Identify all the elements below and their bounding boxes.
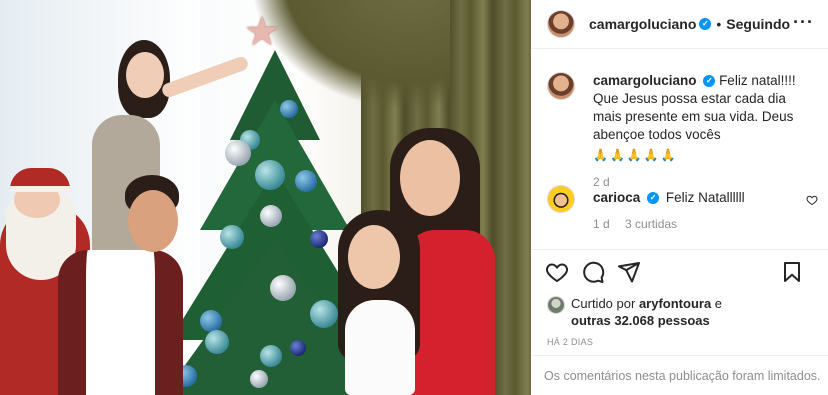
separator-dot: • xyxy=(716,16,722,32)
post-header: camargoluciano ✓ • Seguindo ··· xyxy=(531,0,828,49)
ornament xyxy=(280,100,298,118)
caption-username[interactable]: camargoluciano xyxy=(593,73,697,88)
author-username[interactable]: camargoluciano xyxy=(589,16,696,32)
verified-badge-icon: ✓ xyxy=(647,192,660,205)
ornament xyxy=(225,140,251,166)
post-photo[interactable]: ★ xyxy=(0,0,531,395)
post-actions xyxy=(531,249,828,293)
comment-like-heart-icon[interactable] xyxy=(806,194,818,209)
comment-likes[interactable]: 3 curtidas xyxy=(625,217,677,231)
ornament xyxy=(250,370,268,388)
caption: camargoluciano ✓ Feliz natal!!!! Que Jes… xyxy=(547,72,817,191)
ornament xyxy=(200,310,222,332)
liked-by-others[interactable]: outras 32.068 pessoas xyxy=(571,313,710,328)
liked-by-user[interactable]: aryfontoura xyxy=(639,296,711,311)
ornament xyxy=(295,170,317,192)
liker-avatar[interactable] xyxy=(547,296,565,314)
comment-bubble-icon[interactable] xyxy=(581,260,605,284)
ornament xyxy=(310,300,338,328)
ornament xyxy=(205,330,229,354)
ornament xyxy=(260,345,282,367)
post-side-panel: camargoluciano ✓ • Seguindo ··· camargol… xyxy=(531,0,828,395)
comment-text: Feliz Natallllll xyxy=(665,190,745,205)
commenter-avatar[interactable] xyxy=(547,185,575,213)
ornament xyxy=(290,340,306,356)
more-options-icon[interactable]: ··· xyxy=(793,12,814,33)
like-heart-icon[interactable] xyxy=(545,260,569,284)
comment-age[interactable]: 1 d xyxy=(593,217,610,231)
ornament xyxy=(260,205,282,227)
following-button[interactable]: Seguindo xyxy=(726,16,790,32)
comment-item: carioca ✓ Feliz Natallllll 1 d 3 curtida… xyxy=(547,185,817,233)
save-bookmark-icon[interactable] xyxy=(780,260,804,284)
ornament xyxy=(270,275,296,301)
tree-star: ★ xyxy=(244,10,280,54)
ornament xyxy=(310,230,328,248)
author-avatar[interactable] xyxy=(547,10,575,38)
post-timestamp[interactable]: HÁ 2 DIAS xyxy=(547,337,593,347)
ornament xyxy=(255,160,285,190)
ornament xyxy=(220,225,244,249)
verified-badge-icon: ✓ xyxy=(703,75,716,88)
liked-by-prefix: Curtido por xyxy=(571,296,636,311)
comments-limited-notice: Os comentários nesta publicação foram li… xyxy=(531,355,828,395)
share-send-icon[interactable] xyxy=(617,260,641,284)
caption-emojis: 🙏🙏🙏🙏🙏 xyxy=(593,148,678,162)
commenter-username[interactable]: carioca xyxy=(593,190,640,205)
likes-summary: Curtido por aryfontoura e outras 32.068 … xyxy=(547,295,817,329)
liked-by-conjunction: e xyxy=(714,296,723,311)
caption-author-avatar[interactable] xyxy=(547,72,575,100)
verified-badge-icon: ✓ xyxy=(699,18,712,30)
